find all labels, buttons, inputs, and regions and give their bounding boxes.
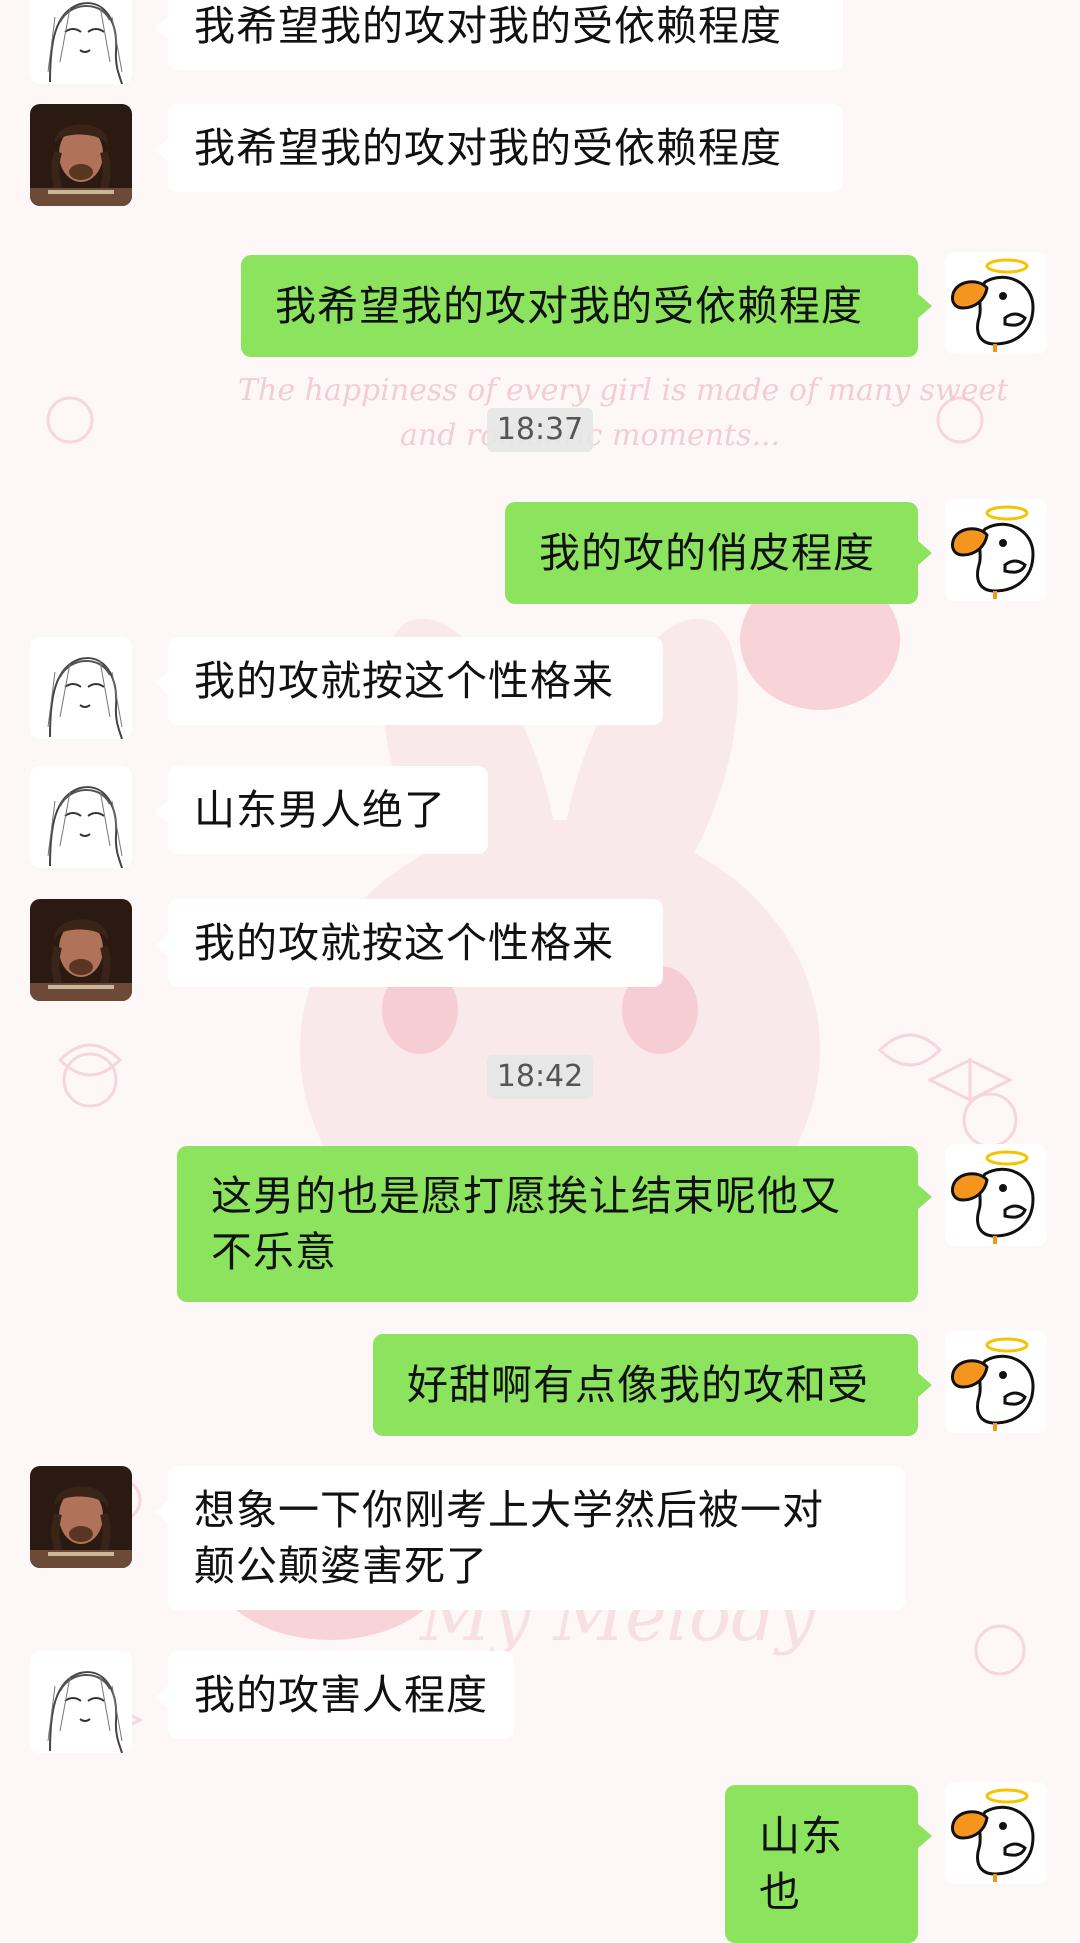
sketch-avatar[interactable]	[30, 1651, 132, 1753]
incoming-message-bubble[interactable]: 山东男人绝了	[155, 766, 488, 854]
outgoing-message-bubble[interactable]: 我的攻的俏皮程度	[505, 502, 932, 604]
photo-avatar[interactable]	[30, 1466, 132, 1568]
sketch-avatar[interactable]	[30, 637, 132, 739]
incoming-message-bubble[interactable]: 我的攻害人程度	[155, 1651, 514, 1739]
duck-avatar[interactable]	[945, 1331, 1047, 1433]
timestamp: 18:42	[0, 1055, 1080, 1099]
chat-message-list[interactable]: 我希望我的攻对我的受依赖程度 我希望我的攻对我的受依赖程度 我希望我的攻对我的受…	[0, 0, 1080, 1943]
incoming-message-bubble[interactable]: 我的攻就按这个性格来	[155, 899, 663, 987]
sketch-avatar[interactable]	[30, 766, 132, 868]
incoming-message-bubble[interactable]: 我的攻就按这个性格来	[155, 637, 663, 725]
outgoing-message-bubble[interactable]: 这男的也是愿打愿挨让结束呢他又 不乐意	[177, 1146, 932, 1302]
incoming-message-bubble[interactable]: 想象一下你刚考上大学然后被一对 颠公颠婆害死了	[155, 1466, 905, 1610]
photo-avatar[interactable]	[30, 899, 132, 1001]
duck-avatar[interactable]	[945, 499, 1047, 601]
duck-avatar[interactable]	[945, 252, 1047, 354]
outgoing-message-bubble[interactable]: 我希望我的攻对我的受依赖程度	[241, 255, 932, 357]
duck-avatar[interactable]	[945, 1782, 1047, 1884]
incoming-message-bubble[interactable]: 我希望我的攻对我的受依赖程度	[155, 104, 843, 192]
outgoing-message-bubble[interactable]: 好甜啊有点像我的攻和受	[373, 1334, 932, 1436]
incoming-message-bubble[interactable]: 我希望我的攻对我的受依赖程度	[155, 0, 843, 70]
timestamp: 18:37	[0, 408, 1080, 452]
outgoing-message-bubble[interactable]: 山东也	[725, 1785, 932, 1943]
duck-avatar[interactable]	[945, 1144, 1047, 1246]
photo-avatar[interactable]	[30, 104, 132, 206]
sketch-avatar[interactable]	[30, 0, 132, 84]
